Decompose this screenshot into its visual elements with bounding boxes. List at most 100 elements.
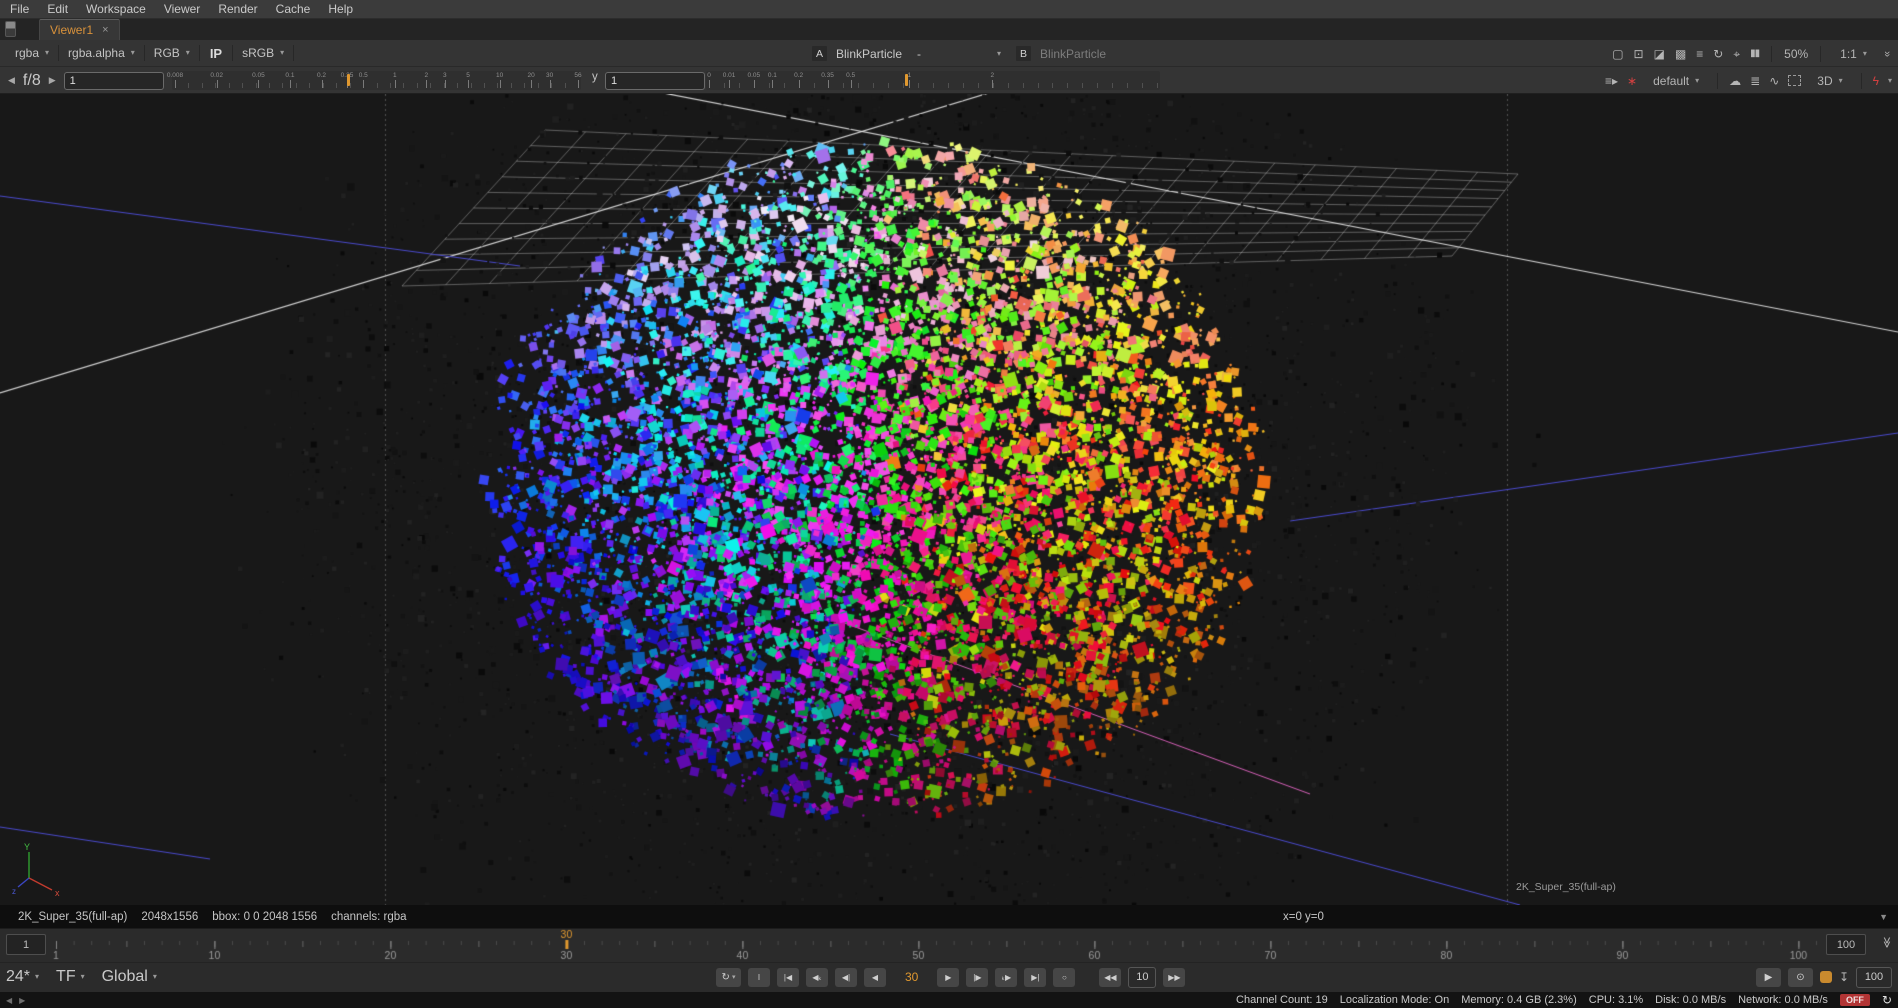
goto-end-button[interactable]: ▶| [1024,968,1046,987]
status-segment-1: Localization Mode: On [1340,994,1449,1006]
localization-off-badge[interactable]: OFF [1840,994,1870,1006]
menu-item-cache[interactable]: Cache [276,2,311,16]
tab-viewer1[interactable]: Viewer1 × [39,19,120,40]
view-mode-dropdown[interactable]: 3D ▾ [1810,67,1849,94]
input-a-badge[interactable]: A [812,46,827,61]
format-label: 2K_Super_35(full-ap) [18,911,127,923]
frame-step-box[interactable]: 10 [1128,967,1156,988]
viewer-lut-value: sRGB [242,46,274,60]
menu-item-viewer[interactable]: Viewer [164,2,200,16]
fps-dropdown[interactable]: 24* ▾ [6,962,39,992]
next-keyframe-button[interactable]: ₖ▶ [995,968,1017,987]
current-frame-value[interactable]: 30 [905,970,918,984]
gamma-minor-tick [814,83,815,88]
gamma-minor-tick [1038,83,1039,88]
info-bar-chevron-icon[interactable]: ▼ [1879,912,1888,922]
stack-icon[interactable]: ▩ [1675,48,1686,60]
viewer-3d-canvas[interactable] [0,94,1898,905]
pixel-aspect-dropdown[interactable]: 1:1▾ [1833,40,1874,67]
gain-minor-tick [323,83,324,88]
next-arrow-icon[interactable]: ▶ [19,996,25,1005]
list-icon[interactable]: ≣ [1750,75,1760,87]
fit-format-icon[interactable]: ▢ [1612,48,1623,60]
marquee-selection-icon[interactable] [1788,75,1801,86]
gain-tick-label: 0.05 [252,72,265,79]
timeline-collapse-icon[interactable]: ≫ [1881,937,1894,949]
refresh-icon[interactable]: ↻ [1882,993,1892,1007]
chevron-down-icon[interactable]: ▾ [1888,77,1892,85]
playback-mode-button[interactable]: ○ [1053,968,1075,987]
tab-close-icon[interactable]: × [102,25,108,36]
gain-tick [445,80,446,88]
viewer-lut-dropdown[interactable]: sRGB ▾ [235,40,291,66]
display-channel-dropdown[interactable]: RGB ▾ [147,40,197,66]
step-back-button[interactable]: ◀◀ [1099,968,1121,987]
prev-arrow-icon[interactable]: ◀ [6,996,12,1005]
flipbook-range-button[interactable]: ⊙ [1788,968,1813,987]
gain-slider[interactable]: 0.0080.020.050.10.20.350.5123510203056 [172,71,581,90]
gamma-slider[interactable]: 00.010.050.10.20.350.512 [706,71,1160,90]
toolbar-collapse-icon[interactable]: » [1881,50,1893,56]
monitor-output-icon[interactable]: ⊡ [1634,48,1644,60]
status-segment-5: Network: 0.0 MB/s [1738,994,1828,1006]
ab-wipe-icon[interactable]: ≡▸ [1605,75,1618,87]
pane-layout-icon[interactable] [5,21,16,37]
menu-item-render[interactable]: Render [218,2,257,16]
gamma-input[interactable]: 1 [605,72,705,90]
guides-icon[interactable]: ⌖ [1733,48,1740,60]
fstop-label[interactable]: f/8 [23,72,41,90]
gain-input[interactable]: 1 [64,72,164,90]
prev-frame-button[interactable]: ◀| [835,968,857,987]
gain-minor-tick [511,83,512,88]
menu-item-edit[interactable]: Edit [47,2,68,16]
loop-mode-button[interactable]: ↻▾ [716,968,741,987]
goto-start-button[interactable]: |◀ [777,968,799,987]
display-lut-dropdown[interactable]: default ▾ [1646,67,1706,94]
cloud-icon[interactable]: ☁ [1729,75,1741,87]
input-range-button[interactable]: I [748,968,770,987]
roi-indicator-icon[interactable]: ∗ [1627,75,1637,87]
wipe-icon[interactable]: ◪ [1654,48,1665,60]
gain-decrease-icon[interactable]: ◀ [8,75,15,86]
menu-item-file[interactable]: File [10,2,29,16]
cache-percent-box[interactable]: 100 [1856,967,1892,988]
playback-right-controls: ▶ ⊙ ↧ 100 [1756,962,1892,992]
next-frame-button[interactable]: |▶ [966,968,988,987]
gamma-minor-tick [843,83,844,88]
gain-increase-icon[interactable]: ▶ [49,75,56,86]
timeline-ruler[interactable] [48,928,1820,962]
input-b-name[interactable]: BlinkParticle [1040,47,1106,61]
cache-lock-icon[interactable] [1820,971,1832,983]
timeline-mode-dropdown[interactable]: TF ▾ [56,962,85,992]
curve-icon[interactable]: ∿ [1769,75,1779,87]
range-end-box[interactable]: 100 [1826,934,1866,955]
input-a-name[interactable]: BlinkParticle [836,47,902,61]
ab-blend-dropdown[interactable]: - ▾ [911,45,1007,63]
menu-item-help[interactable]: Help [328,2,353,16]
input-process-button[interactable]: IP [202,46,230,61]
gamma-tick-label: 0.5 [846,72,855,79]
step-forward-button[interactable]: ▶▶ [1163,968,1185,987]
zoom-level-value[interactable]: 50% [1784,47,1808,61]
play-backward-button[interactable]: ◀ [864,968,886,987]
layer-dropdown[interactable]: rgba.alpha ▾ [61,40,142,66]
range-mode-dropdown[interactable]: Global ▾ [102,962,157,992]
status-segment-2: Memory: 0.4 GB (2.3%) [1461,994,1577,1006]
menu-item-workspace[interactable]: Workspace [86,2,146,16]
pause-icon[interactable]: ▮▮ [1750,49,1759,59]
gamma-tick-label: 2 [991,72,995,79]
chevron-down-icon: ▾ [153,973,157,981]
play-forward-button[interactable]: ▶ [937,968,959,987]
menu-lines-icon[interactable]: ≡ [1696,48,1703,60]
save-flipbook-icon[interactable]: ↧ [1839,971,1849,983]
input-b-badge[interactable]: B [1016,46,1031,61]
gamma-handle[interactable] [905,74,908,86]
channels-dropdown[interactable]: rgba ▾ [8,40,56,66]
flash-icon[interactable]: ϟ [1873,75,1879,87]
flipbook-play-button[interactable]: ▶ [1756,968,1781,987]
refresh-icon[interactable]: ↻ [1713,48,1723,60]
gain-tick [550,80,551,88]
gain-handle[interactable] [347,74,350,86]
range-start-box[interactable]: 1 [6,934,46,955]
prev-keyframe-button[interactable]: ◀ₖ [806,968,828,987]
